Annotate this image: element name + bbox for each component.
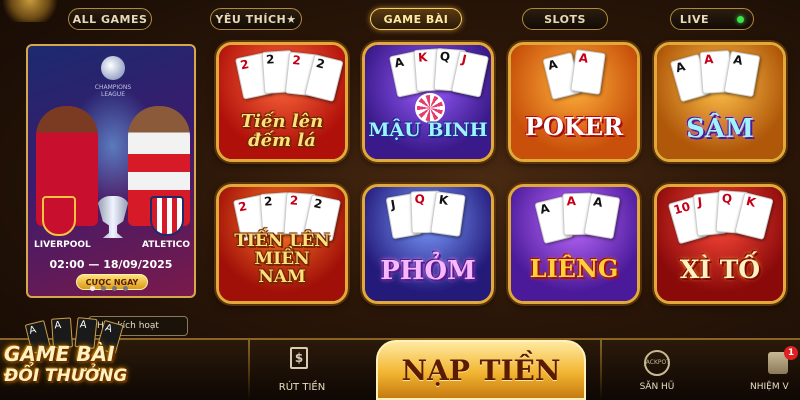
team-home: LIVERPOOL [34, 240, 91, 250]
tab-label: YÊU THÍCH★ [215, 12, 297, 26]
carousel-dot[interactable] [112, 286, 117, 291]
tab-label: LIVE [679, 12, 710, 26]
mission-badge: 1 [784, 346, 798, 360]
game-title: POKER [524, 111, 624, 141]
card-rank: K [744, 193, 758, 210]
divider [600, 340, 602, 400]
jackpot-icon: JACKPOT [644, 350, 670, 376]
card-rank: 2 [314, 55, 327, 72]
game-tile-sam[interactable]: A A A SÂM [654, 42, 786, 162]
tab-label: SLOTS [544, 12, 586, 26]
game-title: PHỎM [380, 255, 476, 286]
game-title: TIẾN LÊN MIỀN NAM [234, 231, 330, 288]
card-rank: A [54, 320, 62, 332]
card-rank: Q [721, 191, 733, 206]
game-tile-tien-len-mien-nam[interactable]: 2 2 2 2 TIẾN LÊN MIỀN NAM [216, 184, 348, 304]
team-away: ATLETICO [142, 240, 191, 250]
deposit-label: NẠP TIỀN [401, 353, 561, 387]
card-rank: 2 [263, 194, 273, 209]
deposit-button[interactable]: NẠP TIỀN [376, 340, 586, 400]
card-rank: A [538, 201, 551, 217]
jackpot-button[interactable]: SĂN HŨ [626, 382, 688, 392]
mission-button[interactable]: NHIỆM V [750, 382, 800, 392]
carousel-dot[interactable] [101, 286, 106, 291]
card-rank: 2 [265, 52, 275, 67]
trophy-icon [96, 196, 130, 238]
card-rank: A [103, 322, 114, 336]
card-rank: A [592, 194, 604, 210]
league-text: CHAMPIONS LEAGUE [94, 84, 132, 98]
carousel-dots [90, 286, 128, 291]
tab-card-games[interactable]: GAME BÀI [370, 8, 462, 30]
brand-line-2: ĐỔI THƯỞNG [4, 366, 128, 386]
card-rank: A [546, 57, 559, 73]
playing-card-icon: A [570, 49, 606, 95]
tab-all-games[interactable]: ALL GAMES [68, 8, 152, 30]
carousel-dot[interactable] [90, 286, 95, 291]
card-rank: 2 [289, 193, 299, 208]
playing-card-icon: K [430, 191, 466, 237]
card-rank: 2 [239, 56, 251, 73]
game-tile-mau-binh[interactable]: A K Q J MẬU BINH [362, 42, 494, 162]
card-rank: A [577, 50, 590, 66]
brand-logo: A A A A GAME BÀI ĐỔI THƯỞNG [0, 317, 160, 400]
game-tile-poker[interactable]: A A POKER [508, 42, 640, 162]
card-rank: A [673, 59, 687, 76]
card-rank: A [566, 194, 577, 209]
card-rank: A [393, 54, 406, 71]
card-rank: Q [414, 192, 425, 207]
tab-favorites[interactable]: YÊU THÍCH★ [210, 8, 302, 30]
card-rank: 10 [671, 199, 692, 218]
tab-label: GAME BÀI [383, 12, 449, 26]
category-tabs: ALL GAMES YÊU THÍCH★ GAME BÀI SLOTS LIVE [60, 6, 800, 32]
card-rank: Q [439, 49, 451, 64]
game-title: Tiến lên đếm lá [240, 111, 324, 152]
card-rank: A [732, 52, 744, 68]
game-tile-lieng[interactable]: A A A LIÊNG [508, 184, 640, 304]
liverpool-crest-icon [42, 196, 76, 236]
card-rank: J [389, 197, 397, 213]
tab-slots[interactable]: SLOTS [522, 8, 608, 30]
card-rank: J [696, 194, 703, 210]
game-tile-xi-to[interactable]: 10 J Q K XÌ TỐ [654, 184, 786, 304]
tab-live[interactable]: LIVE [670, 8, 754, 30]
card-rank: 2 [312, 196, 324, 212]
card-rank: 2 [291, 52, 302, 68]
logo-corner [0, 0, 60, 22]
card-rank: J [460, 52, 468, 67]
card-rank: A [703, 52, 714, 67]
card-rank: K [437, 192, 450, 208]
card-rank: A [28, 324, 38, 337]
withdraw-icon: $ [290, 347, 308, 369]
promo-banner[interactable]: CHAMPIONS LEAGUE LIVERPOOL ATLETICO 02:0… [26, 44, 196, 298]
game-tile-tien-len-dem-la[interactable]: 2 2 2 2 Tiến lên đếm lá [216, 42, 348, 162]
game-tile-phom[interactable]: J Q K PHỎM [362, 184, 494, 304]
carousel-dot[interactable] [123, 286, 128, 291]
game-title: MẬU BINH [368, 119, 488, 142]
game-title: SÂM [686, 113, 754, 144]
game-title: XÌ TỐ [679, 254, 761, 284]
champions-league-ball-icon [101, 56, 125, 80]
brand-line-1: GAME BÀI [4, 342, 115, 366]
card-rank: 2 [237, 198, 249, 215]
live-indicator-icon [737, 15, 745, 23]
game-title: LIÊNG [529, 253, 619, 283]
card-rank: K [417, 50, 428, 65]
tab-label: ALL GAMES [72, 12, 148, 26]
atletico-crest-icon [150, 196, 184, 236]
card-rank: A [79, 319, 88, 331]
divider [248, 340, 250, 400]
match-time: 02:00 — 18/09/2025 [49, 258, 173, 271]
withdraw-button[interactable]: RÚT TIỀN [262, 382, 342, 393]
